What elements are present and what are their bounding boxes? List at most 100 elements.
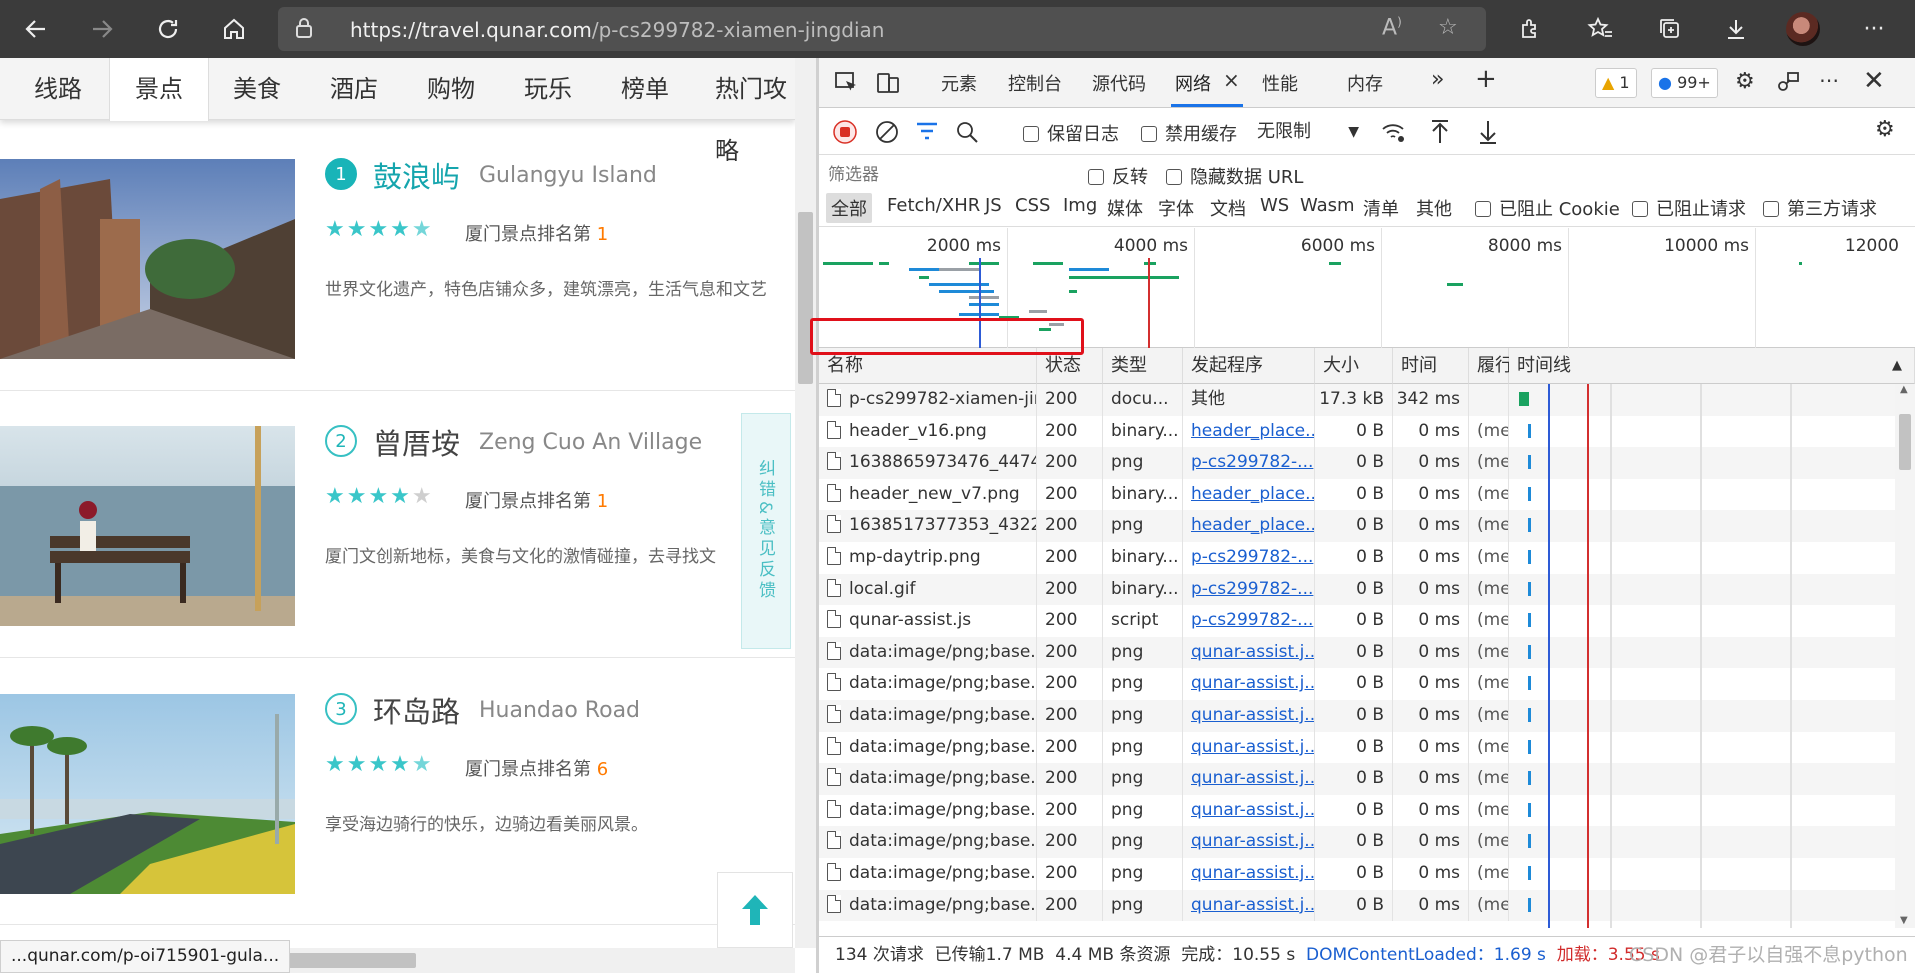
request-name[interactable]: 1638517377353_43223168... [819,510,1037,542]
table-row[interactable]: data:image/png;base... 200 png qunar-assist… [819,700,1915,732]
more-tabs-icon[interactable]: » [1431,67,1444,92]
disable-cache-checkbox[interactable]: 禁用缓存 [1141,120,1237,146]
filter-js[interactable]: JS [985,195,1002,216]
issues-badge[interactable]: ● 99+ [1651,68,1718,98]
close-tab-icon[interactable]: × [1223,68,1240,92]
filter-css[interactable]: CSS [1015,195,1050,216]
nav-item-shopping[interactable]: 购物 [427,58,475,120]
request-initiator[interactable]: qunar-assist.j... [1183,636,1315,669]
request-name[interactable]: data:image/png;base... [819,763,1037,795]
blocked-requests-checkbox[interactable]: 已阻止请求 [1632,195,1746,221]
import-har-icon[interactable] [1429,119,1451,145]
favorites-icon[interactable] [1578,7,1622,51]
nav-item-guides[interactable]: 热门攻略 [715,58,795,165]
customize-menu-icon[interactable]: ⋯ [1819,68,1839,92]
request-initiator[interactable]: header_place... [1183,478,1315,511]
filter-fetch-xhr[interactable]: Fetch/XHR [887,195,980,216]
hide-data-url-checkbox[interactable]: 隐藏数据 URL [1166,163,1303,189]
refresh-icon[interactable] [146,7,190,51]
request-initiator[interactable]: qunar-assist.j... [1183,889,1315,922]
nav-item-hotel[interactable]: 酒店 [330,58,378,120]
export-har-icon[interactable] [1477,119,1499,145]
request-name[interactable]: mp-daytrip.png [819,542,1037,574]
request-name[interactable]: data:image/png;base... [819,636,1037,669]
scrollbar-thumb[interactable] [1899,414,1911,470]
throttling-select[interactable]: 无限制 ▼ [1251,116,1365,148]
home-icon[interactable] [212,7,256,51]
page-vertical-scrollbar[interactable] [795,58,816,948]
tab-memory[interactable]: 内存 [1347,70,1383,96]
filter-ws[interactable]: WS [1260,195,1289,216]
url-text[interactable]: https://travel.qunar.com/p-cs299782-xiam… [350,18,884,42]
request-name[interactable]: 1638865973476_44746183... [819,447,1037,479]
table-row[interactable]: data:image/png;base... 200 png qunar-assist… [819,636,1915,669]
filter-wasm[interactable]: Wasm [1300,195,1355,216]
column-header-initiator[interactable]: 发起程序 [1183,348,1315,384]
clear-icon[interactable] [875,120,899,144]
request-name[interactable]: local.gif [819,573,1037,606]
table-row[interactable]: data:image/png;base... 200 png qunar-assist… [819,858,1915,890]
request-name[interactable]: data:image/png;base... [819,858,1037,890]
nav-item-food[interactable]: 美食 [233,58,281,120]
filter-input[interactable] [824,161,1072,189]
request-initiator[interactable]: qunar-assist.j... [1183,794,1315,827]
nav-item-routes[interactable]: 线路 [34,58,82,120]
filter-other[interactable]: 其他 [1416,195,1452,221]
request-initiator[interactable]: header_place... [1183,510,1315,542]
remote-devices-icon[interactable] [1775,70,1801,96]
scrollbar-thumb[interactable] [798,212,813,384]
request-initiator[interactable]: qunar-assist.j... [1183,668,1315,700]
read-aloud-icon[interactable]: A) [1382,15,1402,40]
request-name[interactable]: data:image/png;base... [819,668,1037,700]
column-header-waterfall[interactable]: 时间线 ▲ [1509,348,1915,384]
blocked-cookies-checkbox[interactable]: 已阻止 Cookie [1475,195,1620,221]
spot-title[interactable]: 鼓浪屿 [373,154,460,196]
request-initiator[interactable]: p-cs299782-... [1183,573,1315,606]
column-header-type[interactable]: 类型 [1103,348,1183,384]
extensions-icon[interactable] [1508,7,1552,51]
table-row[interactable]: data:image/png;base... 200 png qunar-assist… [819,794,1915,827]
table-row[interactable]: local.gif 200 binary... p-cs299782-... 0 B0 … [819,573,1915,606]
network-settings-icon[interactable]: ⚙ [1875,117,1895,142]
table-scrollbar[interactable]: ▲ ▼ [1895,384,1915,928]
invert-checkbox[interactable]: 反转 [1088,163,1148,189]
request-name[interactable]: header_new_v7.png [819,478,1037,511]
add-favorite-icon[interactable]: ☆ [1438,15,1458,40]
address-bar[interactable]: https://travel.qunar.com/p-cs299782-xiam… [278,7,1486,51]
filter-img[interactable]: Img [1063,195,1097,216]
third-party-checkbox[interactable]: 第三方请求 [1763,195,1877,221]
lock-icon[interactable] [294,17,314,39]
spot-title[interactable]: 环岛路 [373,689,460,731]
request-initiator[interactable]: p-cs299782-... [1183,542,1315,574]
request-initiator[interactable]: qunar-assist.j... [1183,700,1315,732]
back-icon[interactable] [14,7,58,51]
tab-console[interactable]: 控制台 [1008,70,1062,96]
scroll-up-icon[interactable]: ▲ [1900,384,1908,395]
table-row[interactable]: data:image/png;base... 200 png qunar-assist… [819,763,1915,795]
tab-network[interactable]: 网络 [1175,70,1211,96]
downloads-icon[interactable] [1714,7,1758,51]
filter-media[interactable]: 媒体 [1107,195,1143,221]
feedback-button[interactable]: 纠错&意见反馈 [741,413,791,649]
scroll-down-icon[interactable]: ▼ [1900,915,1908,926]
spot-image-huandao[interactable] [0,694,295,894]
tab-performance[interactable]: 性能 [1262,70,1298,96]
request-name[interactable]: p-cs299782-xiamen-jingdi... [819,384,1037,416]
table-row[interactable]: p-cs299782-xiamen-jingdi...200docu...其他1… [819,384,1915,416]
network-conditions-icon[interactable] [1381,122,1407,144]
table-row[interactable]: data:image/png;base... 200 png qunar-assist… [819,731,1915,764]
close-devtools-icon[interactable]: ✕ [1863,66,1885,96]
table-row[interactable]: data:image/png;base... 200 png qunar-assist… [819,889,1915,922]
tab-sources[interactable]: 源代码 [1092,70,1146,96]
inspect-element-icon[interactable] [833,70,859,96]
add-tab-icon[interactable]: + [1475,64,1497,94]
column-header-size[interactable]: 大小 [1315,348,1393,384]
profile-avatar[interactable] [1786,12,1820,46]
table-row[interactable]: 1638865973476_44746183...200pngp-cs29978… [819,447,1915,479]
nav-item-spots[interactable]: 景点 [109,58,209,121]
request-name[interactable]: data:image/png;base... [819,731,1037,764]
request-name[interactable]: data:image/png;base... [819,889,1037,922]
request-name[interactable]: qunar-assist.js [819,605,1037,637]
more-menu-icon[interactable]: ··· [1852,7,1896,51]
search-icon[interactable] [955,120,979,144]
